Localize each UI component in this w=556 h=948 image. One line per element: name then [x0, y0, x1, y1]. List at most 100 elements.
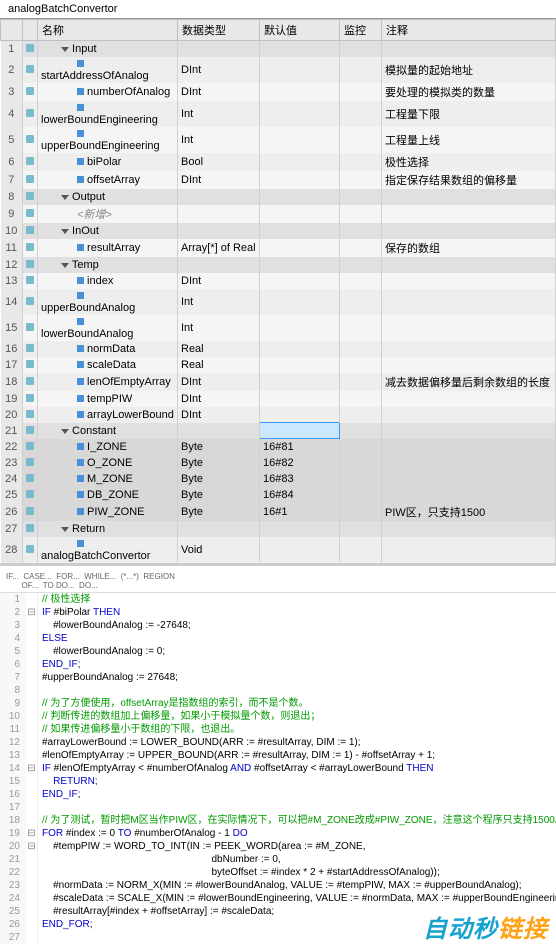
code-line[interactable]: 10// 判断传进的数组加上偏移量，如果小于模拟量个数，则退出；	[0, 710, 556, 723]
default-cell[interactable]	[260, 341, 340, 357]
table-row[interactable]: 15 lowerBoundAnalogInt	[1, 315, 556, 341]
comment-cell[interactable]	[382, 537, 556, 563]
comment-cell[interactable]: 工程量下限	[382, 101, 556, 127]
code-line[interactable]: 16END_IF;	[0, 788, 556, 801]
name-cell[interactable]: PIW_ZONE	[38, 503, 178, 521]
default-cell[interactable]: 16#1	[260, 503, 340, 521]
comment-cell[interactable]	[382, 439, 556, 455]
table-row[interactable]: 16 normDataReal	[1, 341, 556, 357]
type-cell[interactable]	[178, 223, 260, 239]
name-cell[interactable]: startAddressOfAnalog	[38, 57, 178, 83]
code-line[interactable]: 17	[0, 801, 556, 814]
type-cell[interactable]: Int	[178, 127, 260, 153]
fold-icon[interactable]	[26, 632, 38, 645]
fold-icon[interactable]	[26, 775, 38, 788]
default-cell[interactable]	[260, 239, 340, 257]
code-line[interactable]: 7#upperBoundAnalog := 27648;	[0, 671, 556, 684]
fold-icon[interactable]	[26, 814, 38, 827]
code-line[interactable]: 2⊟IF #biPolar THEN	[0, 606, 556, 619]
table-row[interactable]: 12 Temp	[1, 257, 556, 273]
default-cell[interactable]	[260, 391, 340, 407]
fold-icon[interactable]	[26, 736, 38, 749]
comment-cell[interactable]: 指定保存结果数组的偏移量	[382, 171, 556, 189]
fold-icon[interactable]: ⊟	[26, 840, 38, 853]
comment-cell[interactable]	[382, 315, 556, 341]
default-cell[interactable]: 16#82	[260, 455, 340, 471]
name-cell[interactable]: O_ZONE	[38, 455, 178, 471]
type-cell[interactable]: DInt	[178, 373, 260, 391]
comment-cell[interactable]	[382, 391, 556, 407]
code-text[interactable]: IF #lenOfEmptyArray < #numberOfAnalog AN…	[38, 762, 556, 775]
code-text[interactable]: RETURN;	[38, 775, 556, 788]
type-cell[interactable]: Byte	[178, 455, 260, 471]
fold-icon[interactable]	[26, 619, 38, 632]
fold-icon[interactable]: ⊟	[26, 606, 38, 619]
type-cell[interactable]: Real	[178, 341, 260, 357]
default-cell[interactable]	[260, 423, 340, 439]
code-line[interactable]: 14⊟IF #lenOfEmptyArray < #numberOfAnalog…	[0, 762, 556, 775]
comment-cell[interactable]	[382, 289, 556, 315]
col-comment[interactable]: 注释	[382, 20, 556, 41]
code-text[interactable]: byteOffset := #index * 2 + #startAddress…	[38, 866, 556, 879]
name-cell[interactable]: offsetArray	[38, 171, 178, 189]
fold-icon[interactable]	[26, 697, 38, 710]
table-row[interactable]: 6 biPolarBool极性选择	[1, 153, 556, 171]
mon-cell[interactable]	[340, 257, 382, 273]
comment-cell[interactable]	[382, 189, 556, 205]
code-text[interactable]	[38, 684, 556, 697]
mon-cell[interactable]	[340, 101, 382, 127]
default-cell[interactable]	[260, 223, 340, 239]
type-cell[interactable]: DInt	[178, 83, 260, 101]
code-text[interactable]	[38, 801, 556, 814]
code-line[interactable]: 13#lenOfEmptyArray := UPPER_BOUND(ARR :=…	[0, 749, 556, 762]
code-editor[interactable]: IF... CASE... FOR... WHILE... (*...*) RE…	[0, 563, 556, 948]
default-cell[interactable]	[260, 315, 340, 341]
table-row[interactable]: 20 arrayLowerBoundDInt	[1, 407, 556, 423]
name-cell[interactable]: resultArray	[38, 239, 178, 257]
code-line[interactable]: 9// 为了方便使用，offsetArray是指数组的索引，而不是个数。	[0, 697, 556, 710]
code-text[interactable]: #upperBoundAnalog := 27648;	[38, 671, 556, 684]
col-type[interactable]: 数据类型	[178, 20, 260, 41]
fold-icon[interactable]	[26, 918, 38, 931]
mon-cell[interactable]	[340, 57, 382, 83]
comment-cell[interactable]: 工程量上线	[382, 127, 556, 153]
fold-icon[interactable]	[26, 801, 38, 814]
code-line[interactable]: 18// 为了测试，暂时把M区当作PIW区，在实际情况下，可以把#M_ZONE改…	[0, 814, 556, 827]
comment-cell[interactable]	[382, 341, 556, 357]
code-line[interactable]: 8	[0, 684, 556, 697]
table-row[interactable]: 26 PIW_ZONEByte16#1PIW区，只支持1500	[1, 503, 556, 521]
mon-cell[interactable]	[340, 205, 382, 223]
name-cell[interactable]: Constant	[38, 423, 178, 439]
code-line[interactable]: 12#arrayLowerBound := LOWER_BOUND(ARR :=…	[0, 736, 556, 749]
default-cell[interactable]	[260, 257, 340, 273]
table-row[interactable]: 18 lenOfEmptyArrayDInt减去数据偏移量后剩余数组的长度	[1, 373, 556, 391]
fold-icon[interactable]: ⊟	[26, 762, 38, 775]
comment-cell[interactable]	[382, 423, 556, 439]
mon-cell[interactable]	[340, 521, 382, 537]
mon-cell[interactable]	[340, 455, 382, 471]
default-cell[interactable]: 16#81	[260, 439, 340, 455]
name-cell[interactable]: biPolar	[38, 153, 178, 171]
default-cell[interactable]	[260, 537, 340, 563]
expand-icon[interactable]	[61, 263, 69, 268]
type-cell[interactable]: Byte	[178, 439, 260, 455]
code-text[interactable]: // 为了方便使用，offsetArray是指数组的索引，而不是个数。	[38, 697, 556, 710]
code-text[interactable]: // 为了测试，暂时把M区当作PIW区，在实际情况下，可以把#M_ZONE改成#…	[38, 814, 556, 827]
comment-cell[interactable]: 模拟量的起始地址	[382, 57, 556, 83]
type-cell[interactable]	[178, 189, 260, 205]
table-row[interactable]: 28 analogBatchConvertorVoid	[1, 537, 556, 563]
table-row[interactable]: 1 Input	[1, 41, 556, 57]
type-cell[interactable]: Bool	[178, 153, 260, 171]
comment-cell[interactable]	[382, 487, 556, 503]
default-cell[interactable]: 16#83	[260, 471, 340, 487]
mon-cell[interactable]	[340, 471, 382, 487]
table-row[interactable]: 9<新增>	[1, 205, 556, 223]
type-cell[interactable]: DInt	[178, 171, 260, 189]
mon-cell[interactable]	[340, 407, 382, 423]
comment-cell[interactable]	[382, 455, 556, 471]
name-cell[interactable]: lenOfEmptyArray	[38, 373, 178, 391]
mon-cell[interactable]	[340, 239, 382, 257]
mon-cell[interactable]	[340, 223, 382, 239]
code-line[interactable]: 24 #scaleData := SCALE_X(MIN := #lowerBo…	[0, 892, 556, 905]
type-cell[interactable]	[178, 257, 260, 273]
